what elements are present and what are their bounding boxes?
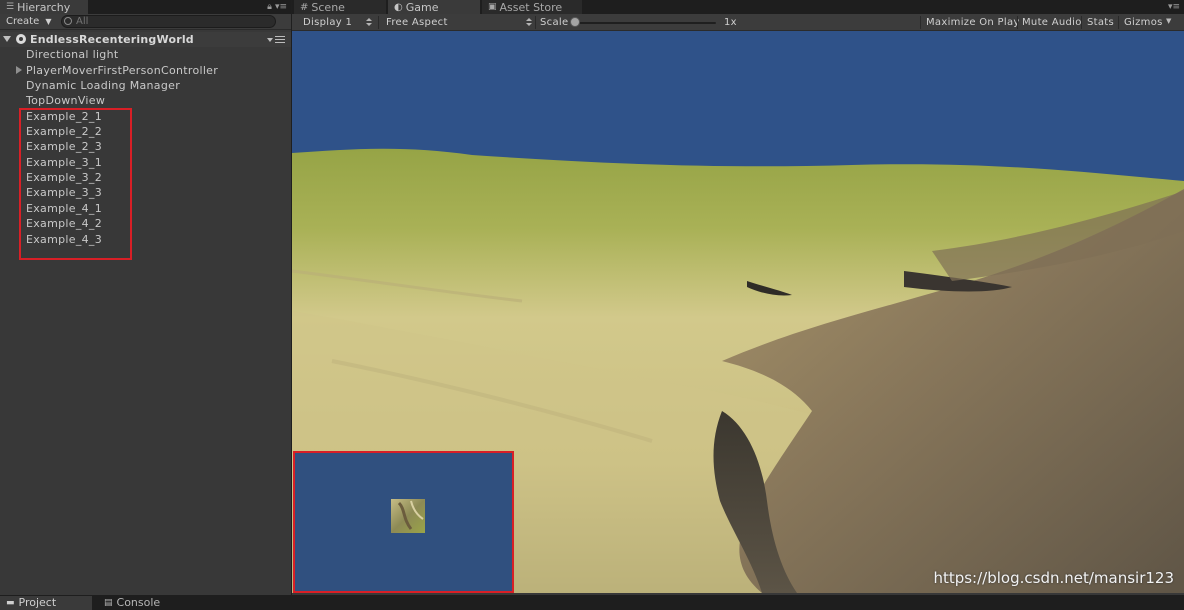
game-toolbar: Display 1 Free Aspect Scale 1x Maximize … bbox=[292, 14, 1184, 31]
game-viewport[interactable]: https://blog.csdn.net/mansir123 bbox=[292, 31, 1184, 593]
separator bbox=[535, 16, 536, 29]
mute-audio-toggle[interactable]: Mute Audio bbox=[1022, 14, 1082, 31]
tab-game[interactable]: ◐ Game bbox=[388, 0, 480, 14]
scene-menu-icon[interactable] bbox=[275, 36, 285, 43]
hierarchy-toolbar: Create ▼ bbox=[0, 14, 291, 30]
search-input[interactable] bbox=[61, 15, 276, 28]
display-select[interactable]: Display 1 bbox=[303, 14, 352, 31]
scale-value: 1x bbox=[724, 17, 737, 28]
search-icon bbox=[64, 17, 72, 25]
tab-asset-store-label: Asset Store bbox=[499, 0, 563, 14]
scale-slider-track[interactable] bbox=[574, 22, 716, 24]
tree-item-topdownview[interactable]: TopDownView bbox=[26, 93, 105, 108]
tab-scene-label: Scene bbox=[311, 0, 345, 14]
console-icon: ▤ bbox=[104, 598, 113, 608]
separator bbox=[1081, 16, 1082, 29]
tab-hierarchy-label: Hierarchy bbox=[17, 0, 71, 14]
tab-game-label: Game bbox=[405, 0, 439, 14]
tab-project-label: Project bbox=[18, 596, 57, 609]
tab-hierarchy[interactable]: ☰ Hierarchy bbox=[0, 0, 88, 14]
scene-name: EndlessRecenteringWorld bbox=[30, 33, 194, 46]
hierarchy-tabbar: ☰ Hierarchy 🔒︎ ▾≡ bbox=[0, 0, 291, 14]
updown-arrows-icon bbox=[526, 18, 532, 27]
gamepad-icon: ◐ bbox=[394, 1, 403, 13]
panel-menu-icon[interactable]: ▾≡ bbox=[275, 2, 287, 12]
scene-header[interactable]: EndlessRecenteringWorld bbox=[0, 32, 291, 47]
tab-console[interactable]: ▤ Console bbox=[98, 596, 188, 610]
highlight-box bbox=[19, 108, 132, 260]
unity-scene-icon bbox=[16, 34, 26, 44]
chevron-down-icon[interactable] bbox=[267, 38, 273, 42]
separator bbox=[920, 16, 921, 29]
game-tabbar: # Scene ◐ Game ▣ Asset Store ▾≡ bbox=[292, 0, 1184, 14]
create-button[interactable]: Create ▼ bbox=[2, 15, 56, 29]
gizmos-dropdown[interactable]: Gizmos bbox=[1124, 14, 1163, 31]
separator bbox=[1017, 16, 1018, 29]
grid-icon: # bbox=[300, 1, 309, 13]
separator bbox=[378, 16, 379, 29]
scale-slider-thumb[interactable] bbox=[570, 17, 580, 27]
minimap bbox=[293, 451, 514, 593]
tab-asset-store[interactable]: ▣ Asset Store bbox=[482, 0, 582, 14]
tree-item-player-mover[interactable]: PlayerMoverFirstPersonController bbox=[26, 63, 218, 78]
game-panel: # Scene ◐ Game ▣ Asset Store ▾≡ Display … bbox=[292, 0, 1184, 595]
tree-item-dynamic-loading-manager[interactable]: Dynamic Loading Manager bbox=[26, 78, 180, 93]
list-icon: ☰ bbox=[6, 1, 15, 12]
expand-arrow-icon[interactable] bbox=[16, 66, 22, 74]
panel-options: ▾≡ bbox=[1168, 0, 1180, 14]
tab-project[interactable]: ▬ Project bbox=[0, 596, 92, 610]
minimap-tile bbox=[391, 499, 425, 533]
tree-item-directional-light[interactable]: Directional light bbox=[26, 47, 118, 62]
scale-label: Scale bbox=[540, 17, 569, 28]
folder-icon: ▬ bbox=[6, 598, 15, 608]
separator bbox=[1118, 16, 1119, 29]
panel-options: 🔒︎ ▾≡ bbox=[267, 0, 287, 14]
expand-arrow-icon[interactable] bbox=[3, 36, 11, 42]
tab-scene[interactable]: # Scene bbox=[294, 0, 386, 14]
stats-toggle[interactable]: Stats bbox=[1087, 14, 1114, 31]
create-label: Create bbox=[6, 16, 40, 27]
maximize-on-play-toggle[interactable]: Maximize On Play bbox=[926, 14, 1020, 31]
watermark: https://blog.csdn.net/mansir123 bbox=[933, 569, 1174, 587]
panel-menu-icon[interactable]: ▾≡ bbox=[1168, 2, 1180, 12]
updown-arrows-icon bbox=[366, 18, 372, 27]
tab-console-label: Console bbox=[116, 596, 161, 609]
chevron-down-icon[interactable]: ▼ bbox=[1166, 17, 1171, 25]
chevron-down-icon: ▼ bbox=[45, 17, 52, 26]
hierarchy-panel: ☰ Hierarchy 🔒︎ ▾≡ Create ▼ EndlessRecent… bbox=[0, 0, 291, 595]
shopping-bag-icon: ▣ bbox=[488, 1, 497, 12]
lock-icon[interactable]: 🔒︎ bbox=[267, 2, 272, 12]
aspect-select[interactable]: Free Aspect bbox=[386, 14, 448, 31]
bottom-tabbar: ▬ Project ▤ Console bbox=[0, 595, 1184, 610]
